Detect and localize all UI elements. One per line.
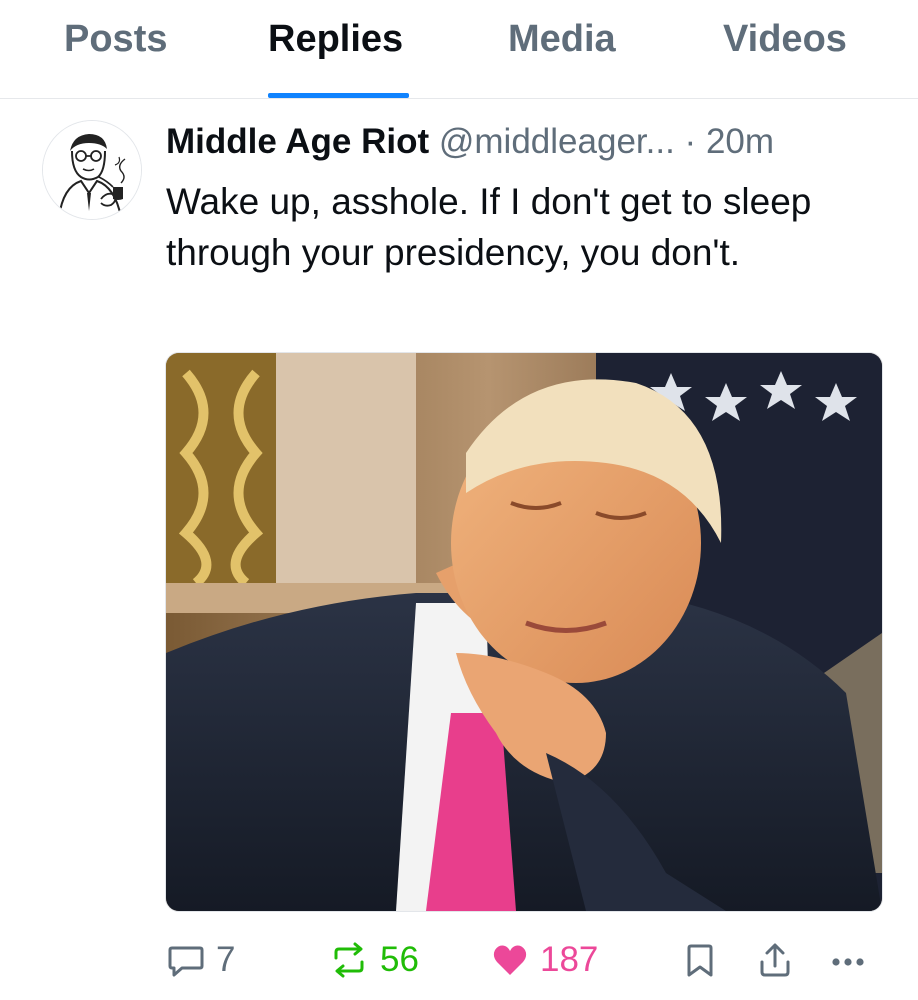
bookmark-icon	[687, 944, 713, 977]
post-text: Wake up, asshole. If I don't get to slee…	[166, 181, 812, 273]
active-tab-indicator	[268, 93, 409, 98]
header-separator: ·	[684, 122, 697, 161]
post-photo	[166, 353, 882, 911]
tab-media[interactable]: Media	[508, 18, 616, 61]
post-timestamp[interactable]: 20m	[706, 122, 774, 161]
repost-button[interactable]: 56	[328, 932, 419, 988]
profile-tab-bar: Posts Replies Media Videos	[0, 0, 918, 99]
more-options-button[interactable]	[828, 932, 868, 988]
speech-bubble-icon	[168, 946, 204, 977]
repost-arrows-icon	[334, 942, 364, 978]
post-actions: 7 56 187	[0, 932, 918, 992]
tab-posts[interactable]: Posts	[64, 18, 167, 61]
like-button[interactable]: 187	[490, 932, 598, 988]
reply-count: 7	[216, 940, 236, 979]
avatar[interactable]	[42, 120, 142, 220]
bookmark-button[interactable]	[682, 932, 718, 988]
share-button[interactable]	[755, 932, 795, 988]
reply-button[interactable]: 7	[166, 932, 235, 988]
post-header: Middle Age Riot @middleager... · 20m	[166, 116, 886, 168]
tab-replies[interactable]: Replies	[268, 18, 403, 61]
repost-count: 56	[380, 940, 419, 979]
share-upload-icon	[760, 943, 790, 977]
like-count: 187	[540, 940, 599, 979]
heart-icon	[493, 945, 527, 975]
ellipsis-icon	[832, 958, 864, 966]
author-handle[interactable]: @middleager...	[439, 122, 675, 161]
author-display-name[interactable]: Middle Age Riot	[166, 122, 429, 161]
avatar-illustration	[43, 121, 141, 219]
tab-videos[interactable]: Videos	[723, 18, 847, 61]
post-image[interactable]	[165, 352, 883, 912]
